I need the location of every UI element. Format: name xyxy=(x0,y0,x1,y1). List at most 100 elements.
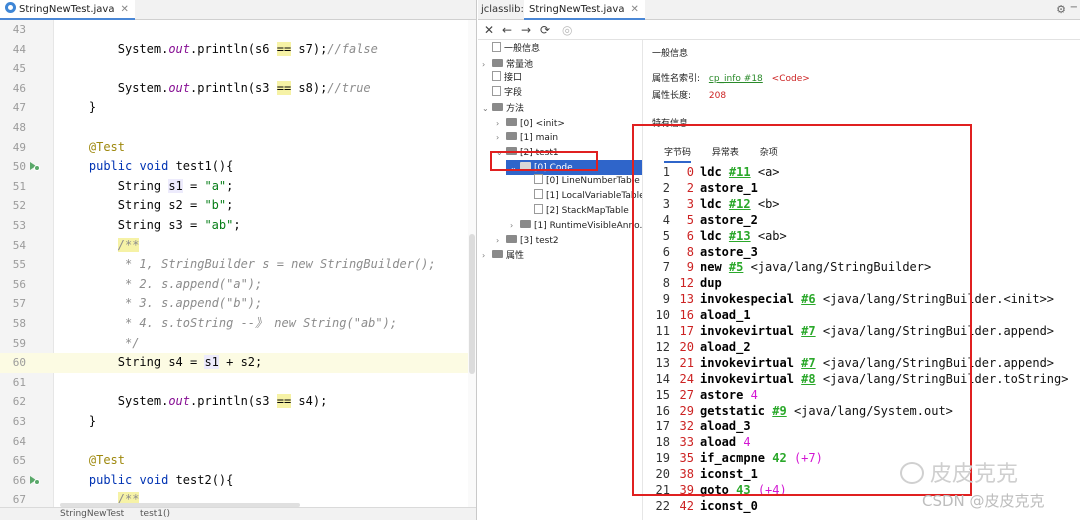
bytecode-offset: 42 xyxy=(679,498,694,513)
code-line[interactable]: 65 @Test xyxy=(0,451,476,471)
code-line[interactable]: 51 String s1 = "a"; xyxy=(0,177,476,197)
gear-icon[interactable]: ⚙ xyxy=(1056,3,1066,16)
code-token: System. xyxy=(117,80,169,95)
line-number: 60 xyxy=(12,356,26,370)
tree-node-label: 属性 xyxy=(506,250,525,261)
code-line[interactable]: 61 xyxy=(0,373,476,393)
editor-tab-stringnewtest[interactable]: StringNewTest.java ✕ xyxy=(0,0,135,20)
code-text: * 3. s.append("b"); xyxy=(118,294,262,314)
class-structure-tree[interactable]: 一般信息 › 常量池 接口 字段 ⌄ 方法 › [0] <init> › [1] main ⌄ [2] … xyxy=(478,40,643,520)
code-line[interactable]: 49 @Test xyxy=(0,138,476,158)
code-line[interactable]: 60 String s4 = s1 + s2; xyxy=(0,353,476,373)
expand-arrow-icon[interactable]: › xyxy=(496,116,506,131)
line-number: 63 xyxy=(12,415,26,428)
code-token: System. xyxy=(117,394,169,409)
code-line[interactable]: 46 System.out.println(s3 == s8);//true xyxy=(0,79,476,99)
expand-arrow-icon[interactable]: › xyxy=(496,233,506,248)
bytecode-row[interactable]: 22 42 iconst_0 xyxy=(654,498,758,514)
code-line[interactable]: 54 /** xyxy=(0,236,476,256)
tree-node[interactable]: › 属性 xyxy=(482,248,524,263)
editor-tab-label: StringNewTest.java xyxy=(19,4,115,15)
code-text: String s2 = "b"; xyxy=(118,196,234,216)
code-token: System. xyxy=(117,41,169,56)
jclasslib-tab[interactable]: StringNewTest.java ✕ xyxy=(524,0,645,20)
expand-arrow-icon[interactable]: › xyxy=(496,130,506,145)
code-token: String s2 = xyxy=(117,198,205,213)
tree-node[interactable]: ⌄ 方法 xyxy=(482,101,524,116)
tree-node-label: [0] <init> xyxy=(520,118,565,129)
code-line[interactable]: 52 String s2 = "b"; xyxy=(0,196,476,216)
close-tab-icon[interactable]: ✕ xyxy=(630,4,638,15)
code-line[interactable]: 57 * 3. s.append("b"); xyxy=(0,294,476,314)
code-text: */ xyxy=(118,334,139,354)
code-line[interactable]: 53 String s3 = "ab"; xyxy=(0,216,476,236)
line-number: 52 xyxy=(12,199,26,213)
attr-name-index-label: 属性名索引: xyxy=(652,74,701,84)
jclasslib-label: jclasslib: xyxy=(481,4,524,15)
tree-node[interactable]: › [1] RuntimeVisibleAnno... xyxy=(510,218,642,233)
tree-node[interactable]: [1] LocalVariableTable xyxy=(524,189,642,204)
code-token: } xyxy=(88,100,97,115)
folder-icon xyxy=(506,132,517,141)
refresh-icon[interactable]: ⟳ xyxy=(540,22,550,38)
expand-arrow-icon[interactable]: › xyxy=(482,57,492,72)
close-icon[interactable]: ✕ xyxy=(484,22,494,38)
tree-node[interactable]: › [1] main xyxy=(496,130,558,145)
web-icon[interactable]: ◎ xyxy=(562,22,572,38)
code-line[interactable]: 44 System.out.println(s6 == s7);//false xyxy=(0,40,476,60)
tree-node[interactable]: [0] LineNumberTable xyxy=(524,174,640,189)
code-line[interactable]: 64 xyxy=(0,432,476,452)
tree-node[interactable]: 一般信息 xyxy=(482,42,540,57)
line-number: 59 xyxy=(12,336,26,350)
code-line[interactable]: 55 * 1, StringBuilder s = new StringBuil… xyxy=(0,255,476,275)
code-token: String s4 = xyxy=(117,355,205,370)
scrollbar-thumb[interactable] xyxy=(469,234,475,374)
minimize-icon[interactable]: − xyxy=(1070,2,1078,13)
expand-arrow-icon[interactable]: ⌄ xyxy=(482,101,492,116)
code-text: } xyxy=(89,98,96,118)
code-line[interactable]: 48 xyxy=(0,118,476,138)
wechat-logo-icon xyxy=(900,462,924,484)
code-text: * 2. s.append("a"); xyxy=(118,275,262,295)
tree-node[interactable]: 接口 xyxy=(482,71,522,86)
tree-node[interactable]: 字段 xyxy=(482,86,522,101)
code-text: public void test2(){ xyxy=(89,471,234,491)
code-line[interactable]: 56 * 2. s.append("a"); xyxy=(0,275,476,295)
code-line[interactable]: 45 xyxy=(0,59,476,79)
tree-node[interactable]: › 常量池 xyxy=(482,57,533,72)
code-line[interactable]: 58 * 4. s.toString --》 new String("ab"); xyxy=(0,314,476,334)
line-number: 44 xyxy=(12,42,26,56)
code-line[interactable]: 62 System.out.println(s3 == s4); xyxy=(0,392,476,412)
code-token: * 1, StringBuilder s = new StringBuilder… xyxy=(117,257,436,272)
highlight-box-code-node xyxy=(490,151,598,171)
breadcrumb-method[interactable]: test1() xyxy=(140,508,170,520)
tree-node[interactable]: › [3] test2 xyxy=(496,233,559,248)
back-arrow-icon[interactable]: ← xyxy=(502,22,512,38)
attr-name-index-link[interactable]: cp_info #18 xyxy=(709,74,763,84)
expand-arrow-icon[interactable]: › xyxy=(510,218,520,233)
code-text: System.out.println(s3 == s4); xyxy=(117,392,327,412)
run-test-icon[interactable] xyxy=(30,161,40,172)
editor-text-area[interactable]: 43 44 System.out.println(s6 == s7);//false… xyxy=(0,20,476,507)
code-line[interactable]: 59 */ xyxy=(0,334,476,354)
code-token: s7); xyxy=(291,41,328,56)
expand-arrow-icon[interactable]: › xyxy=(482,248,492,263)
line-number: 49 xyxy=(12,140,26,154)
code-line[interactable]: 47} xyxy=(0,98,476,118)
code-line[interactable]: 66 public void test2(){ xyxy=(0,471,476,491)
code-line[interactable]: 43 xyxy=(0,20,476,40)
editor-vertical-scrollbar[interactable] xyxy=(468,20,476,507)
forward-arrow-icon[interactable]: → xyxy=(521,22,531,38)
breadcrumb-class[interactable]: StringNewTest xyxy=(60,508,124,520)
code-text: System.out.println(s3 == s8);//true xyxy=(118,79,371,99)
run-test-icon[interactable] xyxy=(30,475,40,485)
tree-node[interactable]: › [0] <init> xyxy=(496,116,565,131)
code-line[interactable]: 63} xyxy=(0,412,476,432)
code-token: out xyxy=(168,80,191,95)
line-number: 47 xyxy=(12,101,26,115)
jclasslib-tab-label: StringNewTest.java xyxy=(529,4,625,15)
close-tab-icon[interactable]: ✕ xyxy=(120,4,128,15)
tree-node[interactable]: [2] StackMapTable xyxy=(524,203,629,219)
code-token: } xyxy=(88,414,97,428)
code-line[interactable]: 50 public void test1(){ xyxy=(0,157,476,177)
